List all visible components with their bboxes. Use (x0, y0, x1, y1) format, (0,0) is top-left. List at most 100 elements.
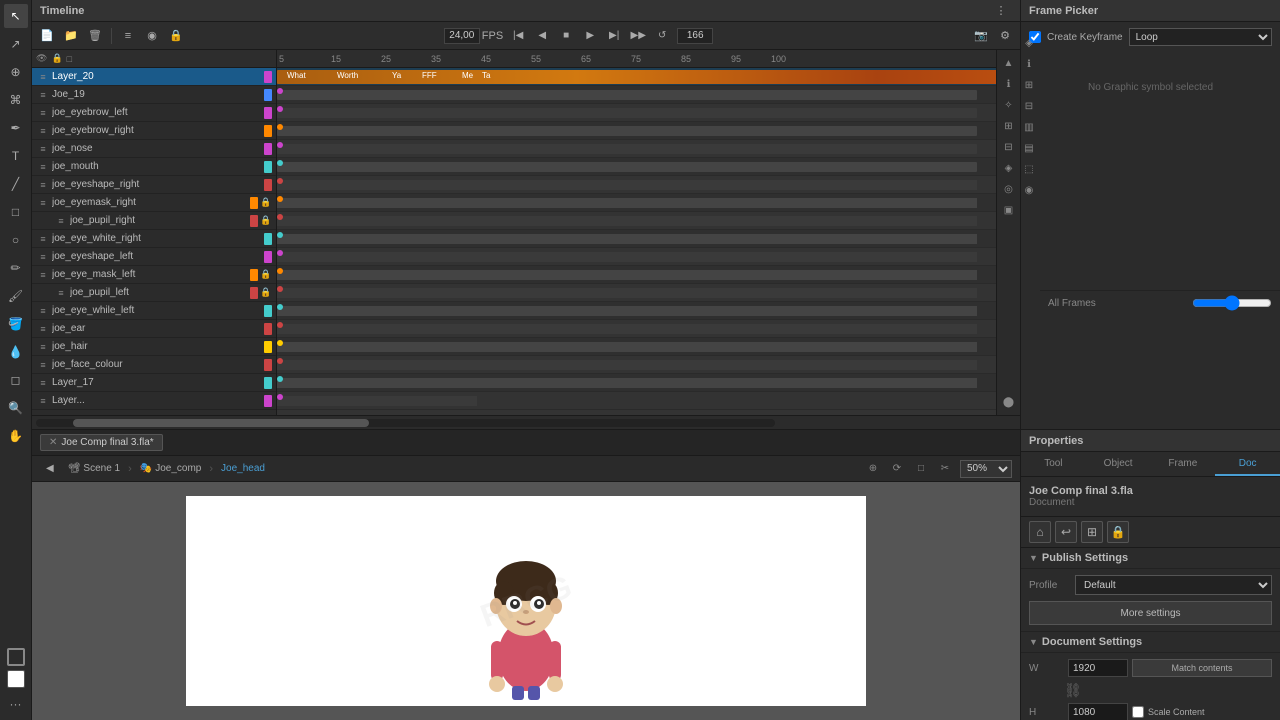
timeline-frames[interactable]: 5 15 25 35 45 55 65 75 85 95 100 (277, 50, 996, 415)
layer-row-eyebrow-right[interactable]: ≡ joe_eyebrow_right (32, 122, 276, 140)
match-contents-btn[interactable]: Match contents (1132, 659, 1272, 677)
frames-range-slider[interactable] (1192, 295, 1272, 311)
frame-row-3[interactable] (277, 122, 996, 140)
all-layers-lock[interactable]: 🔒 (51, 53, 62, 64)
side-icon-3[interactable]: ⊞ (1000, 117, 1018, 135)
layer-row-eyemask-left[interactable]: ≡ joe_eye_mask_left 🔒 (32, 266, 276, 284)
document-settings-section-header[interactable]: ▼ Document Settings (1021, 632, 1280, 653)
frame-row-7[interactable] (277, 194, 996, 212)
tool-icon-2[interactable]: ⊞ (1021, 76, 1038, 94)
props-icon-size[interactable]: ⊞ (1081, 521, 1103, 543)
layer-row-pupil-left[interactable]: ≡ joe_pupil_left 🔒 (32, 284, 276, 302)
layer-row-eyemask-right[interactable]: ≡ joe_eyemask_right 🔒 (32, 194, 276, 212)
add-layer-btn[interactable]: 📄 (36, 26, 58, 46)
stroke-color[interactable] (7, 648, 25, 666)
tool-icon-0[interactable]: ◈ (1021, 34, 1038, 52)
side-icon-5[interactable]: ◈ (1000, 159, 1018, 177)
side-icon-0[interactable]: ▲ (1000, 54, 1018, 72)
eraser-tool[interactable]: ◻ (4, 368, 28, 392)
frame-row-5[interactable] (277, 158, 996, 176)
canvas-fit-btn[interactable]: ⊕ (864, 460, 882, 478)
rect-tool[interactable]: □ (4, 200, 28, 224)
text-tool[interactable]: T (4, 144, 28, 168)
layer-row-eye-white-right[interactable]: ≡ joe_eye_white_right (32, 230, 276, 248)
select-tool[interactable]: ↖ (4, 4, 28, 28)
tab-object[interactable]: Object (1086, 452, 1151, 476)
layer-row-eye-white-left[interactable]: ≡ joe_eye_while_left (32, 302, 276, 320)
frame-row-8[interactable] (277, 212, 996, 230)
all-layers-visible[interactable]: 👁 (36, 53, 47, 64)
props-icon-lock[interactable]: 🔒 (1107, 521, 1129, 543)
timeline-settings-btn[interactable]: ⚙ (994, 26, 1016, 46)
layer-row-layerdots[interactable]: ≡ Layer... (32, 392, 276, 410)
tool-icon-6[interactable]: ⬚ (1021, 160, 1038, 178)
camera-btn[interactable]: 📷 (970, 26, 992, 46)
brush-tool[interactable]: 🖌 (4, 284, 28, 308)
side-icon-1[interactable]: ℹ (1000, 75, 1018, 93)
add-folder-btn[interactable]: 📁 (60, 26, 82, 46)
tool-icon-5[interactable]: ▤ (1021, 139, 1038, 157)
tool-icon-1[interactable]: ℹ (1021, 55, 1038, 73)
fps-input[interactable]: 24,00 (444, 28, 480, 44)
canvas-rotate-btn[interactable]: ⟳ (888, 460, 906, 478)
layer-row-face-colour[interactable]: ≡ joe_face_colour (32, 356, 276, 374)
frame-row-0[interactable]: What Worth Ya FFF Me Ta (277, 68, 996, 86)
loop-select[interactable]: Loop Play Once Single Frame (1129, 28, 1272, 46)
joe-head-nav[interactable]: Joe_head (221, 463, 265, 474)
frame-row-14[interactable] (277, 320, 996, 338)
frame-row-17[interactable] (277, 374, 996, 392)
layer-row-mouth[interactable]: ≡ joe_mouth (32, 158, 276, 176)
frame-row-11[interactable] (277, 266, 996, 284)
file-tab[interactable]: ✕ Joe Comp final 3.fla* (40, 434, 163, 451)
frame-row-2[interactable] (277, 104, 996, 122)
delete-layer-btn[interactable]: 🗑 (84, 26, 106, 46)
eyedropper[interactable]: 💧 (4, 340, 28, 364)
pen-tool[interactable]: ✒ (4, 116, 28, 140)
tab-doc[interactable]: Doc (1215, 452, 1280, 476)
paint-bucket[interactable]: 🪣 (4, 312, 28, 336)
layer-row-ear[interactable]: ≡ joe_ear (32, 320, 276, 338)
frame-row-18[interactable] (277, 392, 996, 410)
fill-color[interactable] (7, 670, 25, 688)
frame-row-16[interactable] (277, 356, 996, 374)
zoom-select[interactable]: 25% 50% 75% 100% 200% (960, 460, 1012, 478)
zoom-tool[interactable]: 🔍 (4, 396, 28, 420)
side-icon-8[interactable]: ⬤ (1000, 393, 1018, 411)
w-input[interactable] (1068, 659, 1128, 677)
h-input[interactable] (1068, 703, 1128, 720)
layer-row-hair[interactable]: ≡ joe_hair (32, 338, 276, 356)
frame-row-6[interactable] (277, 176, 996, 194)
hand-tool[interactable]: ✋ (4, 424, 28, 448)
next-frame-btn[interactable]: ▶| (605, 27, 623, 45)
frame-row-12[interactable] (277, 284, 996, 302)
frame-row-13[interactable] (277, 302, 996, 320)
expand-tools[interactable]: ··· (4, 692, 28, 716)
frame-row-4[interactable] (277, 140, 996, 158)
canvas-rect-btn[interactable]: □ (912, 460, 930, 478)
props-icon-home[interactable]: ⌂ (1029, 521, 1051, 543)
timeline-options[interactable]: ⋮ (990, 1, 1012, 21)
subselect-tool[interactable]: ↗ (4, 32, 28, 56)
layer-row-eyeshape-left[interactable]: ≡ joe_eyeshape_left (32, 248, 276, 266)
prev-frame-btn[interactable]: ◀ (533, 27, 551, 45)
profile-select[interactable]: Default (1075, 575, 1272, 595)
scale-content-checkbox[interactable] (1132, 706, 1144, 718)
line-tool[interactable]: ╱ (4, 172, 28, 196)
timeline-scrollbar[interactable] (32, 415, 1020, 429)
layer-mode-btn[interactable]: ≡ (117, 26, 139, 46)
side-icon-4[interactable]: ⊟ (1000, 138, 1018, 156)
joe-comp-nav[interactable]: 🎭 Joe_comp (140, 463, 202, 474)
layer-row-nose[interactable]: ≡ joe_nose (32, 140, 276, 158)
publish-settings-section-header[interactable]: ▼ Publish Settings (1021, 548, 1280, 569)
layer-row-layer17[interactable]: ≡ Layer_17 (32, 374, 276, 392)
tool-icon-7[interactable]: ◉ (1021, 181, 1038, 199)
scene-1-nav[interactable]: 📽 Scene 1 (68, 463, 120, 474)
tab-tool[interactable]: Tool (1021, 452, 1086, 476)
frame-row-1[interactable] (277, 86, 996, 104)
nav-back-btn[interactable]: ◀ (40, 461, 60, 476)
layer-row-eyeshape-right[interactable]: ≡ joe_eyeshape_right (32, 176, 276, 194)
prev-keyframe-btn[interactable]: |◀ (509, 27, 527, 45)
tool-icon-4[interactable]: ▥ (1021, 118, 1038, 136)
props-icon-link[interactable]: ↩ (1055, 521, 1077, 543)
transform-tool[interactable]: ⊕ (4, 60, 28, 84)
